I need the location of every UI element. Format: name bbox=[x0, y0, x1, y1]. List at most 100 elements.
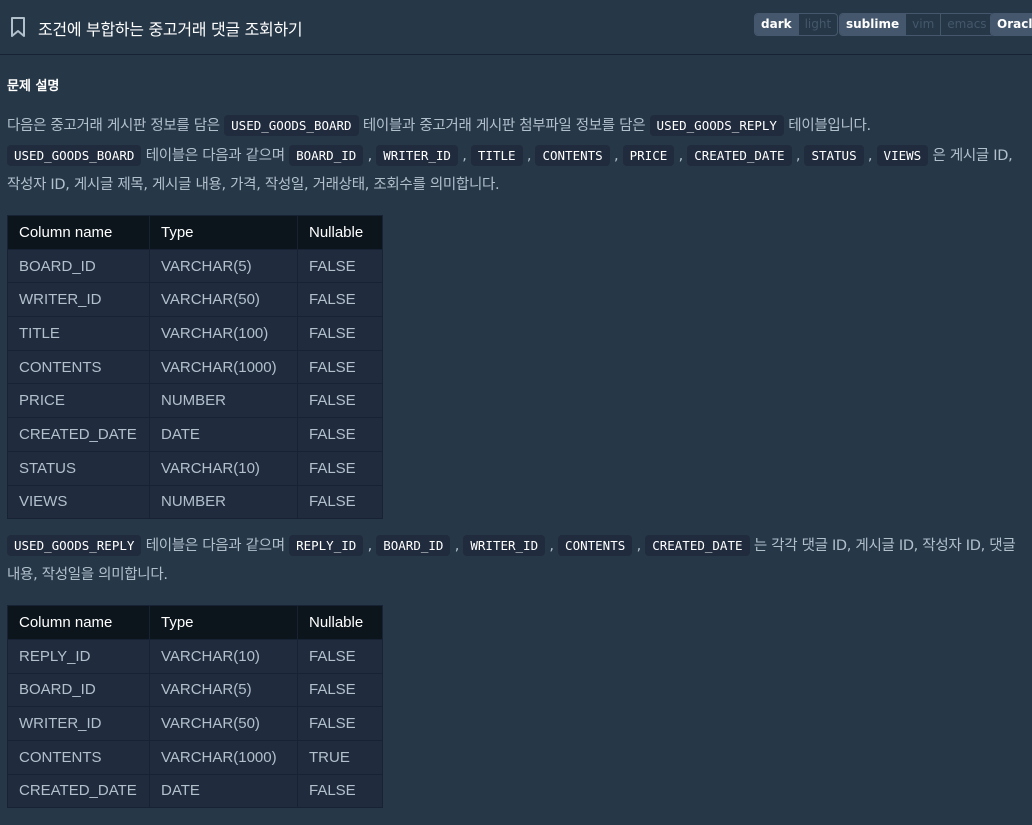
separator: , bbox=[457, 148, 471, 164]
header-nullable: Nullable bbox=[297, 215, 383, 250]
separator: , bbox=[609, 148, 623, 164]
table-row: STATUS VARCHAR(10) FALSE bbox=[7, 450, 383, 486]
used-goods-board-table: Column name Type Nullable BOARD_ID VARCHA… bbox=[7, 215, 383, 520]
table-row: CREATED_DATE DATE FALSE bbox=[7, 773, 383, 809]
cell-column-name: CONTENTS bbox=[7, 739, 150, 775]
code-used-goods-board: USED_GOODS_BOARD bbox=[224, 115, 359, 136]
cell-type: VARCHAR(100) bbox=[149, 316, 298, 351]
header-type: Type bbox=[149, 605, 298, 640]
code-column: VIEWS bbox=[876, 145, 929, 166]
cell-column-name: REPLY_ID bbox=[7, 638, 150, 674]
cell-column-name: CREATED_DATE bbox=[7, 773, 150, 809]
intro-text-2: 테이블과 중고거래 게시판 첨부파일 정보를 담은 bbox=[358, 118, 650, 134]
cell-type: VARCHAR(5) bbox=[149, 248, 298, 284]
cell-type: VARCHAR(50) bbox=[149, 706, 298, 741]
cell-nullable: FALSE bbox=[297, 773, 383, 809]
intro-paragraph: 다음은 중고거래 게시판 정보를 담은 USED_GOODS_BOARD 테이블… bbox=[7, 111, 1027, 200]
code-column: BOARD_ID bbox=[376, 535, 451, 557]
code-column: BOARD_ID bbox=[289, 145, 364, 166]
cell-column-name: STATUS bbox=[7, 450, 150, 486]
reply-desc-text: 테이블은 다음과 같으며 bbox=[141, 538, 290, 555]
cell-nullable: FALSE bbox=[297, 706, 383, 741]
cell-column-name: TITLE bbox=[7, 316, 150, 351]
theme-toggle[interactable]: dark light bbox=[754, 13, 839, 36]
cell-column-name: WRITER_ID bbox=[7, 282, 150, 318]
separator: , bbox=[522, 148, 536, 164]
code-column: TITLE bbox=[470, 145, 523, 166]
cell-column-name: CONTENTS bbox=[7, 349, 150, 385]
cell-column-name: VIEWS bbox=[7, 484, 150, 520]
cell-nullable: FALSE bbox=[297, 349, 383, 385]
language-selected[interactable]: Oracle bbox=[991, 14, 1032, 35]
cell-nullable: FALSE bbox=[297, 450, 383, 486]
theme-option-dark[interactable]: dark bbox=[755, 14, 798, 35]
theme-option-light[interactable]: light bbox=[797, 14, 838, 35]
code-reply-table: USED_GOODS_REPLY bbox=[7, 535, 142, 557]
header-type: Type bbox=[149, 215, 298, 250]
keymap-toggle[interactable]: sublime vim emacs bbox=[839, 13, 994, 36]
cell-nullable: FALSE bbox=[297, 282, 383, 318]
code-column: WRITER_ID bbox=[376, 145, 458, 166]
problem-title: 조건에 부합하는 중고거래 댓글 조회하기 bbox=[38, 20, 303, 39]
cell-type: VARCHAR(50) bbox=[149, 282, 298, 318]
table-header-row: Column name Type Nullable bbox=[7, 605, 383, 640]
table-row: VIEWS NUMBER FALSE bbox=[7, 484, 383, 520]
code-column: WRITER_ID bbox=[463, 535, 546, 557]
cell-type: DATE bbox=[149, 773, 298, 809]
header-column-name: Column name bbox=[7, 215, 150, 250]
cell-type: VARCHAR(10) bbox=[149, 638, 298, 674]
intro-text-3: 테이블입니다. bbox=[783, 118, 871, 134]
code-used-goods-reply: USED_GOODS_REPLY bbox=[649, 115, 784, 136]
separator: , bbox=[791, 148, 805, 164]
cell-type: VARCHAR(1000) bbox=[149, 739, 298, 775]
cell-type: NUMBER bbox=[149, 383, 298, 419]
board-desc-text: 테이블은 다음과 같으며 bbox=[141, 148, 290, 164]
table-row: WRITER_ID VARCHAR(50) FALSE bbox=[7, 706, 383, 741]
used-goods-reply-table: Column name Type Nullable REPLY_ID VARCHA… bbox=[7, 605, 383, 809]
code-column: CREATED_DATE bbox=[645, 535, 750, 557]
code-column: CONTENTS bbox=[558, 535, 633, 557]
language-select[interactable]: Oracle bbox=[990, 13, 1032, 36]
cell-nullable: TRUE bbox=[297, 739, 383, 775]
table-row: WRITER_ID VARCHAR(50) FALSE bbox=[7, 282, 383, 318]
cell-type: NUMBER bbox=[149, 484, 298, 520]
cell-nullable: FALSE bbox=[297, 484, 383, 520]
table-row: CONTENTS VARCHAR(1000) TRUE bbox=[7, 739, 383, 775]
intro-text-1: 다음은 중고거래 게시판 정보를 담은 bbox=[7, 118, 225, 134]
cell-nullable: FALSE bbox=[297, 638, 383, 674]
table-row: CREATED_DATE DATE FALSE bbox=[7, 417, 383, 452]
table-row: TITLE VARCHAR(100) FALSE bbox=[7, 316, 383, 351]
code-column: PRICE bbox=[622, 145, 675, 166]
cell-nullable: FALSE bbox=[297, 248, 383, 284]
separator: , bbox=[863, 148, 877, 164]
cell-nullable: FALSE bbox=[297, 383, 383, 419]
table-row: BOARD_ID VARCHAR(5) FALSE bbox=[7, 672, 383, 708]
cell-type: VARCHAR(1000) bbox=[149, 349, 298, 385]
cell-column-name: BOARD_ID bbox=[7, 248, 150, 284]
cell-type: VARCHAR(10) bbox=[149, 450, 298, 486]
cell-nullable: FALSE bbox=[297, 316, 383, 351]
table-header-row: Column name Type Nullable bbox=[7, 215, 383, 250]
separator: , bbox=[363, 148, 377, 164]
cell-type: VARCHAR(5) bbox=[149, 672, 298, 708]
table-row: CONTENTS VARCHAR(1000) FALSE bbox=[7, 349, 383, 385]
keymap-option-sublime[interactable]: sublime bbox=[840, 14, 906, 35]
separator: , bbox=[674, 148, 688, 164]
cell-column-name: CREATED_DATE bbox=[7, 417, 150, 452]
cell-column-name: BOARD_ID bbox=[7, 672, 150, 708]
table-row: PRICE NUMBER FALSE bbox=[7, 383, 383, 419]
cell-type: DATE bbox=[149, 417, 298, 452]
section-title: 문제 설명 bbox=[7, 79, 60, 94]
bookmark-icon[interactable] bbox=[9, 16, 27, 38]
separator: , bbox=[363, 538, 377, 555]
code-column: CONTENTS bbox=[535, 145, 610, 166]
separator: , bbox=[632, 538, 646, 555]
problem-description: 문제 설명 다음은 중고거래 게시판 정보를 담은 USED_GOODS_BOA… bbox=[7, 56, 1027, 809]
reply-paragraph: USED_GOODS_REPLY 테이블은 다음과 같으며 REPLY_ID ,… bbox=[7, 531, 1027, 590]
cell-nullable: FALSE bbox=[297, 672, 383, 708]
cell-column-name: WRITER_ID bbox=[7, 706, 150, 741]
keymap-option-vim[interactable]: vim bbox=[905, 14, 940, 35]
separator: , bbox=[450, 538, 464, 555]
cell-nullable: FALSE bbox=[297, 417, 383, 452]
keymap-option-emacs[interactable]: emacs bbox=[940, 14, 992, 35]
